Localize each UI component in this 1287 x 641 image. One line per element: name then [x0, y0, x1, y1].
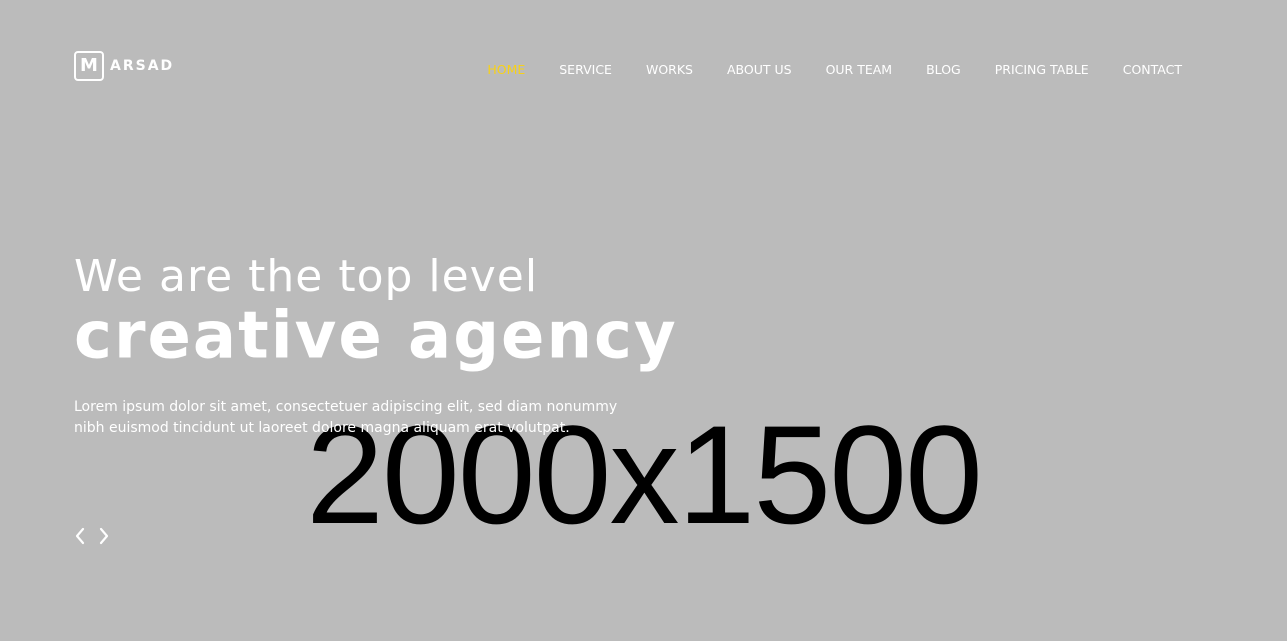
slider-next-button[interactable] [98, 526, 110, 546]
logo-mark: M [74, 51, 104, 81]
hero-description: Lorem ipsum dolor sit amet, consectetuer… [74, 399, 618, 437]
nav-item-works[interactable]: WORKS [646, 62, 693, 77]
nav-item-blog[interactable]: BLOG [926, 62, 961, 77]
nav-item-home[interactable]: HOME [487, 62, 525, 77]
chevron-right-icon [99, 527, 109, 545]
nav-item-pricing-table[interactable]: PRICING TABLE [995, 62, 1089, 77]
logo-name: ARSAD [110, 58, 175, 74]
nav-item-service[interactable]: SERVICE [559, 62, 612, 77]
logo[interactable]: M ARSAD [74, 51, 174, 81]
hero-title: creative agency [74, 298, 678, 374]
nav-item-contact[interactable]: CONTACT [1123, 62, 1182, 77]
nav-item-about-us[interactable]: ABOUT US [727, 62, 792, 77]
slider-prev-button[interactable] [74, 526, 86, 546]
site-header: M ARSAD HOME SERVICE WORKS ABOUT US OUR … [0, 0, 1287, 140]
chevron-left-icon [75, 527, 85, 545]
main-navigation: HOME SERVICE WORKS ABOUT US OUR TEAM BLO… [487, 62, 1182, 77]
hero-section: We are the top level creative agency Lor… [74, 255, 774, 439]
slider-controls [74, 526, 110, 546]
hero-subtitle: We are the top level [74, 251, 539, 302]
nav-item-our-team[interactable]: OUR TEAM [826, 62, 893, 77]
